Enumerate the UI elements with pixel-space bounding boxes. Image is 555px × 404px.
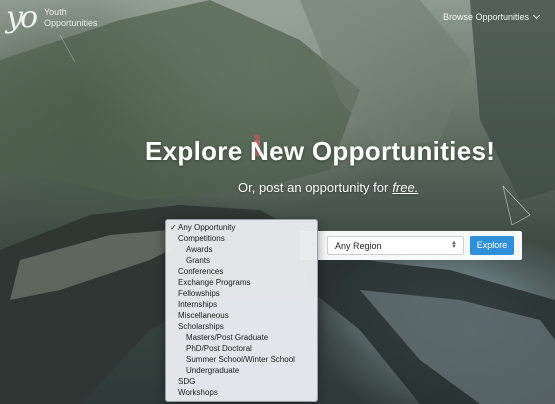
region-select-value: Any Region [335, 241, 382, 251]
dropdown-option[interactable]: ✓Any Opportunity [166, 222, 317, 233]
logo-wordmark: Youth Opportunities [44, 7, 98, 29]
dropdown-option[interactable]: Undergraduate [166, 365, 317, 376]
dropdown-option-label: Summer School/Winter School [186, 355, 295, 364]
dropdown-option-label: Exchange Programs [178, 278, 251, 287]
opportunity-type-dropdown[interactable]: ✓Any Opportunity Competitions Awards Grants… [165, 219, 318, 402]
browse-opportunities-menu[interactable]: Browse Opportunities [442, 11, 541, 22]
dropdown-option[interactable]: Summer School/Winter School [166, 354, 317, 365]
logo-line-1: Youth [44, 7, 67, 17]
dropdown-option[interactable]: Masters/Post Graduate [166, 332, 317, 343]
subtitle-text: Or, post an opportunity for [238, 180, 389, 195]
hero-subtitle: Or, post an opportunity for free. [238, 180, 418, 195]
checkmark-icon: ✓ [170, 223, 177, 232]
dropdown-option[interactable]: Internships [166, 299, 317, 310]
post-free-link[interactable]: free. [392, 180, 418, 195]
dropdown-option-label: Conferences [178, 267, 224, 276]
dropdown-option[interactable]: Grants [166, 255, 317, 266]
dropdown-option[interactable]: Fellowships [166, 288, 317, 299]
dropdown-option-label: Grants [186, 256, 211, 265]
chevron-down-icon [532, 11, 541, 20]
explore-button[interactable]: Explore [470, 236, 514, 255]
dropdown-option[interactable]: Workshops [166, 387, 317, 398]
dropdown-option-label: Workshops [178, 388, 218, 397]
logo-mark: yo [6, 0, 38, 35]
dropdown-option-label: Awards [186, 245, 213, 254]
dropdown-option[interactable]: PhD/Post Doctoral [166, 343, 317, 354]
site-logo[interactable]: yo Youth Opportunities [6, 0, 98, 35]
dropdown-option-label: Masters/Post Graduate [186, 333, 269, 342]
dropdown-option[interactable]: Miscellaneous [166, 310, 317, 321]
page-title: Explore New Opportunities! [145, 136, 496, 166]
dropdown-option-label: Undergraduate [186, 366, 240, 375]
dropdown-option-label: Any Opportunity [178, 223, 236, 232]
dropdown-option[interactable]: Competitions [166, 233, 317, 244]
dropdown-option-label: PhD/Post Doctoral [186, 344, 252, 353]
browse-opportunities-label: Browse Opportunities [442, 12, 529, 22]
select-arrows-icon: ▲ ▼ [451, 240, 457, 250]
dropdown-option-label: Miscellaneous [178, 311, 229, 320]
dropdown-option-label: Scholarships [178, 322, 224, 331]
dropdown-option[interactable]: Conferences [166, 266, 317, 277]
dropdown-option-label: Competitions [178, 234, 225, 243]
dropdown-option-label: Internships [178, 300, 218, 309]
dropdown-option[interactable]: Exchange Programs [166, 277, 317, 288]
region-select[interactable]: Any Region ▲ ▼ [327, 236, 464, 255]
dropdown-option-label: Fellowships [178, 289, 220, 298]
dropdown-option[interactable]: SDG [166, 376, 317, 387]
dropdown-option-label: SDG [178, 377, 196, 386]
dropdown-option[interactable]: Awards [166, 244, 317, 255]
logo-line-2: Opportunities [44, 18, 98, 28]
dropdown-option[interactable]: Scholarships [166, 321, 317, 332]
